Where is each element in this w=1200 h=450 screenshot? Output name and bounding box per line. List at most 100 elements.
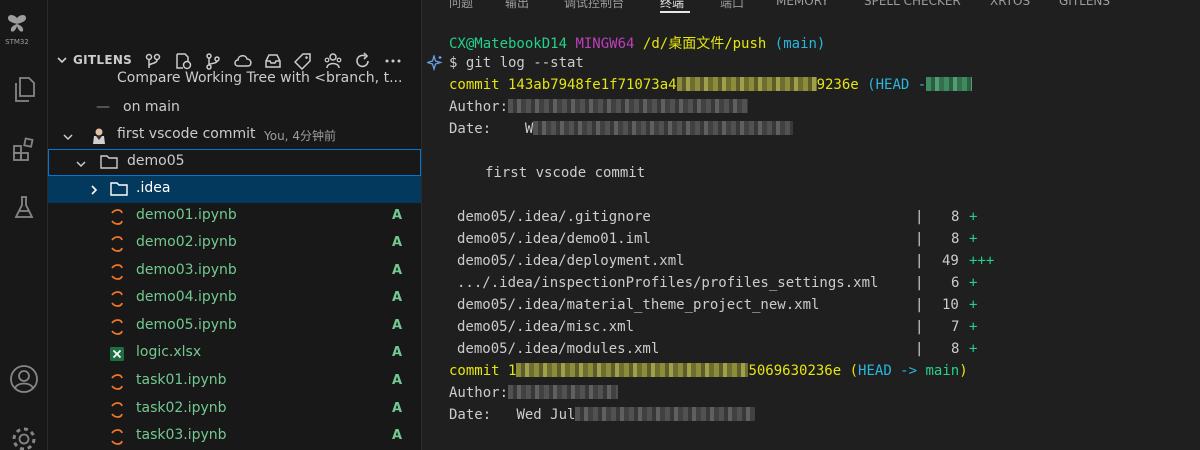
commit-line-2: commit 1 5069630236e (HEAD -> main) bbox=[449, 363, 968, 379]
stat-file: demo05/.idea/misc.xml bbox=[457, 319, 635, 335]
tree-folder-idea[interactable]: .idea bbox=[48, 176, 421, 203]
commit-hash-visible: commit 1 bbox=[449, 363, 517, 379]
excel-icon bbox=[110, 347, 124, 361]
stat-plus: + bbox=[969, 209, 978, 225]
chevron-down-icon[interactable] bbox=[56, 54, 68, 66]
chevron-down-icon[interactable] bbox=[62, 131, 74, 143]
account-icon[interactable] bbox=[0, 362, 48, 396]
author-line-1: Author: bbox=[449, 99, 749, 115]
date-partial: W bbox=[524, 121, 534, 137]
file-label: demo05.ipynb bbox=[136, 317, 237, 333]
head-open: ( bbox=[849, 363, 859, 379]
folder-icon bbox=[110, 182, 128, 196]
stat-separator: | bbox=[915, 341, 924, 357]
on-branch-item: — on main bbox=[48, 95, 421, 122]
redacted-author bbox=[508, 99, 749, 113]
jupyter-icon bbox=[111, 236, 123, 252]
settings-icon[interactable] bbox=[0, 424, 48, 450]
prompt-branch: (main) bbox=[774, 36, 826, 52]
folder-label: .idea bbox=[136, 180, 171, 196]
status-badge: A bbox=[392, 208, 403, 223]
status-badge: A bbox=[392, 290, 403, 305]
file-label: demo04.ipynb bbox=[136, 289, 237, 305]
stat-file: demo05/.idea/material_theme_project_new.… bbox=[457, 297, 820, 313]
on-main-label: on main bbox=[123, 99, 180, 115]
stat-separator: | bbox=[915, 231, 924, 247]
stm32-icon[interactable] bbox=[0, 12, 34, 36]
stat-count: 7 bbox=[951, 319, 960, 335]
stat-file: demo05/.idea/modules.xml bbox=[457, 341, 660, 357]
stat-separator: | bbox=[915, 253, 924, 269]
stat-plus: + bbox=[969, 341, 978, 357]
stat-file: demo05/.idea/.gitignore bbox=[457, 209, 651, 225]
dash-glyph: — bbox=[96, 99, 110, 115]
compare-working-tree-item[interactable]: Compare Working Tree with <branch, t... bbox=[48, 68, 421, 95]
stat-separator: | bbox=[915, 297, 924, 313]
head-ref: (HEAD - bbox=[867, 77, 927, 93]
file-label: logic.xlsx bbox=[136, 344, 202, 360]
jupyter-icon bbox=[111, 374, 123, 390]
status-badge: A bbox=[392, 263, 403, 278]
stat-plus: + bbox=[969, 275, 978, 291]
tree-file-item[interactable]: demo01.ipynb A bbox=[48, 203, 421, 230]
date-line-1: Date: W bbox=[449, 121, 794, 137]
stat-count: 49 bbox=[942, 253, 959, 269]
extensions-icon[interactable] bbox=[0, 133, 48, 165]
commit-line-1: commit 143ab7948fe1f71073a4 9236e (HEAD - bbox=[449, 77, 973, 93]
terminal-panel: 问题 输出 调试控制台 终端 端口 MEMORY SPELL CHECKER X… bbox=[423, 0, 1200, 450]
tree-file-item[interactable]: demo03.ipynb A bbox=[48, 258, 421, 285]
stat-file: demo05/.idea/demo01.iml bbox=[457, 231, 651, 247]
prompt-path: /d/桌面文件/push bbox=[642, 36, 767, 52]
commit-item[interactable]: first vscode commit You, 4分钟前 bbox=[48, 122, 421, 149]
file-label: demo01.ipynb bbox=[136, 207, 237, 223]
gitlens-sidebar: GITLENS Compare Working Tree with <branc… bbox=[48, 0, 422, 450]
stat-separator: | bbox=[915, 275, 924, 291]
date-label: Date: bbox=[449, 407, 492, 423]
chevron-down-icon[interactable] bbox=[75, 158, 87, 170]
tree-file-item[interactable]: logic.xlsx A bbox=[48, 340, 421, 367]
chevron-right-icon[interactable] bbox=[88, 184, 100, 196]
file-label: demo02.ipynb bbox=[136, 234, 237, 250]
explorer-icon[interactable] bbox=[0, 74, 48, 106]
terminal-output[interactable]: CX@MatebookD14 MINGW64 /d/桌面文件/push (mai… bbox=[423, 0, 1200, 450]
commit-hash-tail: 5069630236e bbox=[748, 363, 842, 379]
tree-file-item[interactable]: demo02.ipynb A bbox=[48, 230, 421, 257]
stat-plus: + bbox=[969, 231, 978, 247]
folder-open-icon bbox=[100, 155, 118, 169]
tree-file-item[interactable]: task01.ipynb A bbox=[48, 368, 421, 395]
stat-plus: +++ bbox=[969, 253, 995, 269]
prompt-user: CX@MatebookD14 bbox=[449, 36, 568, 52]
author-label: Author: bbox=[449, 99, 509, 115]
author-avatar-icon bbox=[93, 128, 105, 144]
testing-icon[interactable] bbox=[0, 192, 48, 224]
stm32-label: STM32 bbox=[5, 38, 29, 46]
jupyter-icon bbox=[111, 319, 123, 335]
tree-file-item[interactable]: demo04.ipynb A bbox=[48, 285, 421, 312]
commit-meta: You, 4分钟前 bbox=[264, 129, 336, 143]
redacted-author bbox=[508, 385, 619, 399]
head-close: ) bbox=[959, 363, 968, 379]
date-partial: Wed Jul bbox=[516, 407, 576, 423]
commit-hash-visible: commit 143ab7948fe1f71073a4 bbox=[449, 77, 677, 93]
file-label: demo03.ipynb bbox=[136, 262, 237, 278]
prompt-env: MINGW64 bbox=[575, 36, 635, 52]
jupyter-icon bbox=[111, 291, 123, 307]
tree-file-item[interactable]: task02.ipynb A bbox=[48, 396, 421, 423]
stat-count: 8 bbox=[951, 231, 960, 247]
tree-file-item[interactable]: task03.ipynb A bbox=[48, 423, 421, 450]
tree-file-item[interactable]: demo05.ipynb A bbox=[48, 313, 421, 340]
redacted-date bbox=[533, 121, 794, 135]
view-title: GITLENS bbox=[73, 53, 133, 67]
status-badge: A bbox=[392, 428, 403, 443]
stat-plus: + bbox=[969, 297, 978, 313]
tree-folder-demo05[interactable]: demo05 bbox=[48, 149, 421, 176]
jupyter-icon bbox=[111, 264, 123, 280]
redacted-ref bbox=[926, 77, 973, 91]
stat-count: 8 bbox=[951, 209, 960, 225]
commit-hash-tail: 9236e bbox=[816, 77, 859, 93]
sparkle-icon[interactable] bbox=[427, 55, 443, 71]
status-badge: A bbox=[392, 401, 403, 416]
file-label: task02.ipynb bbox=[136, 400, 227, 416]
status-badge: A bbox=[392, 345, 403, 360]
status-badge: A bbox=[392, 373, 403, 388]
